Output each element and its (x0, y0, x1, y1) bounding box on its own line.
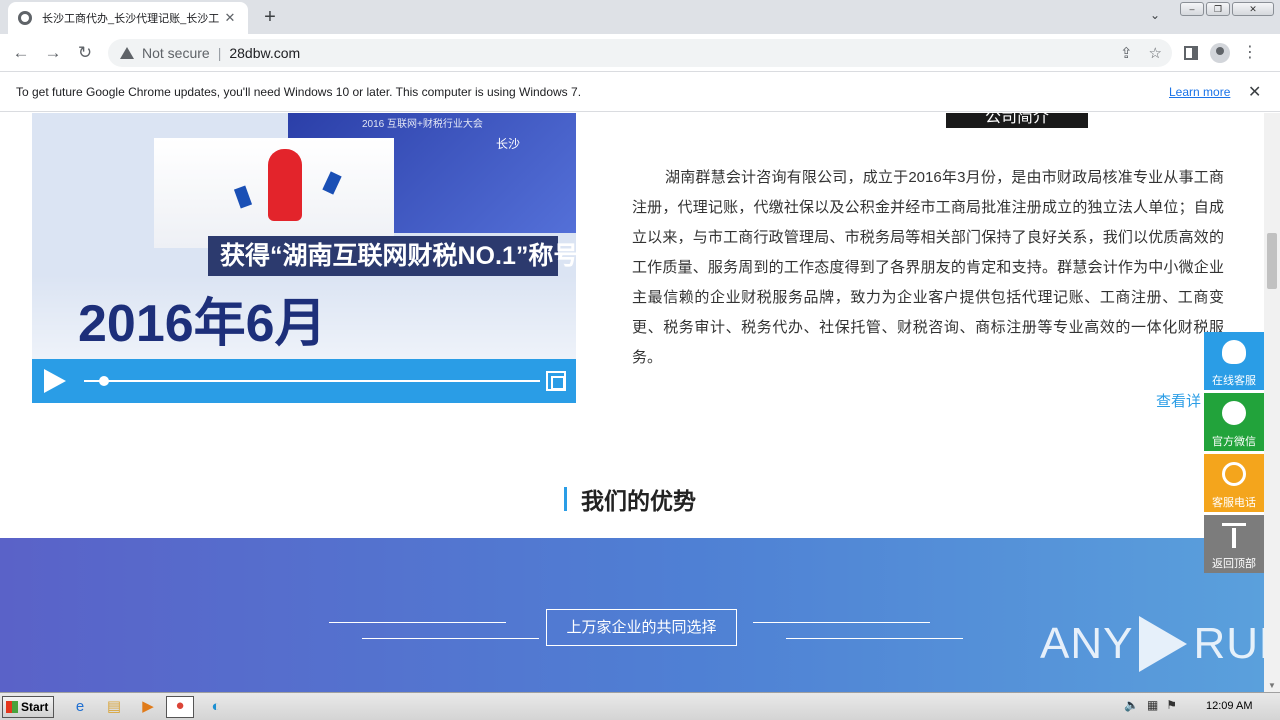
wechat-icon (1222, 401, 1246, 425)
phone-icon (1222, 462, 1246, 486)
media-player-icon[interactable]: ▶ (138, 698, 158, 716)
windows-flag-icon (6, 701, 18, 713)
video-stage-text: 2016 互联网+财税行业大会 (362, 119, 483, 130)
intro-paragraph: 湖南群慧会计咨询有限公司，成立于2016年3月份，是由市财政局核准专业从事工商注… (632, 169, 1224, 366)
advantages-heading: 我们的优势 (564, 482, 696, 516)
video-city-text: 长沙 (496, 137, 521, 151)
url-text[interactable]: 28dbw.com (229, 45, 300, 61)
not-secure-label[interactable]: Not secure (142, 45, 210, 61)
decor-line (786, 638, 963, 639)
window-controls: – ❐ ✕ (1180, 2, 1274, 16)
heading-accent-bar (564, 487, 567, 511)
wechat-label: 官方微信 (1212, 436, 1256, 448)
scroll-down-icon[interactable]: ▼ (1268, 681, 1276, 690)
action-center-flag-icon[interactable]: ⚑ (1166, 698, 1177, 712)
share-icon[interactable]: ⇪ (1120, 44, 1133, 62)
play-icon[interactable] (44, 369, 66, 393)
decor-line (329, 622, 506, 623)
qq-icon (1222, 340, 1246, 364)
online-service-label: 在线客服 (1212, 375, 1256, 387)
bookmark-star-icon[interactable]: ☆ (1149, 44, 1162, 62)
tab-strip: 长沙工商代办_长沙代理记账_长沙工 ✕ + ⌄ – ❐ ✕ (0, 0, 1280, 34)
infobar-close-icon[interactable]: ✕ (1248, 82, 1261, 102)
advantages-banner: 上万家企业的共同选择 ANY RUN (0, 538, 1264, 692)
intro-title: 公司简介 (946, 113, 1088, 128)
fullscreen-icon[interactable] (546, 371, 566, 391)
toolbar-right: ⋮ (1184, 43, 1258, 63)
volume-icon[interactable]: 🔈 (1124, 698, 1139, 712)
online-service-button[interactable]: 在线客服 (1204, 332, 1264, 390)
chrome-taskbar-icon[interactable]: ● (166, 696, 194, 718)
back-to-top-button[interactable]: 返回顶部 (1204, 515, 1264, 573)
window-close-button[interactable]: ✕ (1232, 2, 1274, 16)
advantages-title: 我们的优势 (581, 488, 696, 514)
ie-icon[interactable]: e (70, 698, 90, 716)
watermark-right: RUN (1193, 619, 1264, 668)
explorer-folder-icon[interactable]: ▤ (104, 698, 124, 716)
omnibox-actions: ⇪ ☆ (1120, 44, 1162, 62)
warning-icon[interactable] (120, 47, 134, 59)
page-viewport: 2016 互联网+财税行业大会 长沙 获得“湖南互联网财税NO.1”称号 201… (0, 113, 1264, 692)
watermark-play-icon (1139, 616, 1188, 672)
decor-line (362, 638, 539, 639)
menu-kebab-icon[interactable]: ⋮ (1242, 45, 1258, 61)
video-banner-text: 获得“湖南互联网财税NO.1”称号 (208, 236, 576, 276)
update-infobar: To get future Google Chrome updates, you… (0, 72, 1280, 112)
start-button[interactable]: Start (2, 696, 54, 718)
globe-icon (18, 11, 32, 25)
forward-icon[interactable]: → (42, 42, 64, 64)
taskbar-clock[interactable]: 12:09 AM (1206, 700, 1252, 712)
decor-line (753, 622, 930, 623)
windows-taskbar: Start e ▤ ▶ ● ◐ 🔈 ▦ ⚑ 12:09 AM (0, 692, 1280, 720)
floating-contact-bar: 在线客服 官方微信 客服电话 返回顶部 (1204, 332, 1264, 576)
view-details-link[interactable]: 查看详 (1156, 390, 1201, 411)
omnibox-separator: | (217, 45, 222, 61)
anyrun-watermark: ANY RUN (1040, 616, 1264, 672)
tab-search-icon[interactable]: ⌄ (1150, 8, 1160, 22)
learn-more-link[interactable]: Learn more (1169, 85, 1230, 99)
back-to-top-label: 返回顶部 (1212, 558, 1256, 570)
watermark-left: ANY (1040, 619, 1134, 668)
profile-avatar-icon[interactable] (1210, 43, 1230, 63)
edge-icon[interactable]: ◐ (206, 698, 226, 716)
video-date-text: 2016年6月 (78, 295, 327, 353)
wechat-button[interactable]: 官方微信 (1204, 393, 1264, 451)
phone-button[interactable]: 客服电话 (1204, 454, 1264, 512)
tab-title: 长沙工商代办_长沙代理记账_长沙工 (42, 13, 220, 25)
new-tab-button[interactable]: + (258, 6, 282, 28)
video-progress-track[interactable] (84, 376, 540, 386)
video-progress-thumb[interactable] (99, 376, 109, 386)
network-icon[interactable]: ▦ (1147, 698, 1158, 712)
choice-badge: 上万家企业的共同选择 (546, 609, 737, 646)
company-video[interactable]: 2016 互联网+财税行业大会 长沙 获得“湖南互联网财税NO.1”称号 201… (32, 113, 576, 403)
red-figure-graphic (268, 149, 302, 221)
arrow-up-icon (1222, 523, 1246, 548)
tab-close-icon[interactable]: ✕ (222, 10, 238, 26)
address-bar[interactable]: Not secure | 28dbw.com ⇪ ☆ (108, 39, 1172, 67)
side-panel-icon[interactable] (1184, 46, 1198, 60)
infobar-message: To get future Google Chrome updates, you… (16, 84, 582, 99)
system-tray: 🔈 ▦ ⚑ (1124, 698, 1177, 712)
restore-button[interactable]: ❐ (1206, 2, 1230, 16)
video-controls (32, 359, 576, 403)
phone-label: 客服电话 (1212, 497, 1256, 509)
scrollbar-thumb[interactable] (1267, 233, 1277, 289)
back-icon[interactable]: ← (10, 42, 32, 64)
browser-tab[interactable]: 长沙工商代办_长沙代理记账_长沙工 ✕ (8, 2, 248, 34)
start-label: Start (21, 700, 49, 714)
minimize-button[interactable]: – (1180, 2, 1204, 16)
page-scrollbar[interactable]: ▼ (1264, 113, 1280, 692)
browser-toolbar: ← → ↻ Not secure | 28dbw.com ⇪ ☆ ⋮ (0, 34, 1280, 72)
reload-icon[interactable]: ↻ (74, 42, 96, 64)
